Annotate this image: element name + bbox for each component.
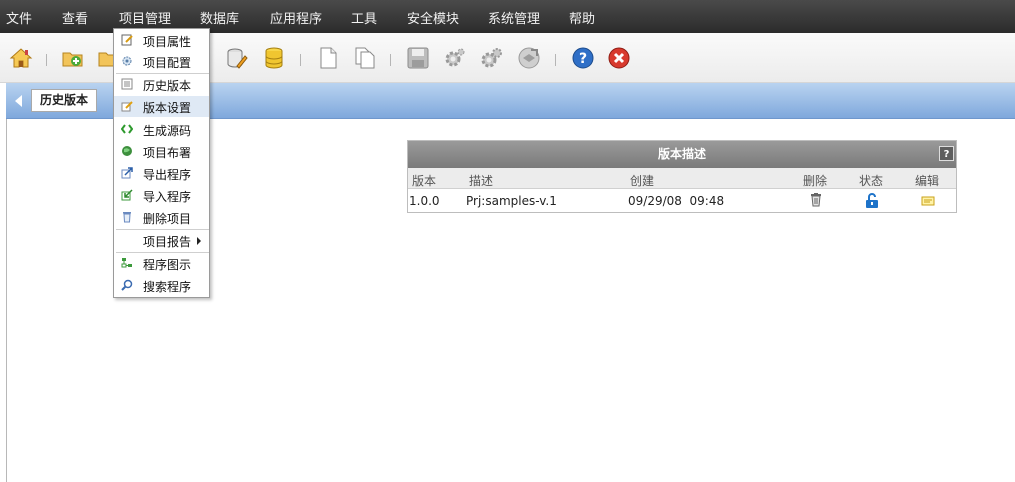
column-version: 版本 bbox=[412, 174, 437, 188]
menu-project-management[interactable]: 项目管理 bbox=[119, 8, 171, 27]
menu-item-history[interactable]: 历史版本 bbox=[114, 74, 209, 95]
deploy-globe-icon bbox=[121, 145, 133, 157]
deploy-icon[interactable] bbox=[517, 46, 541, 70]
copy-document-icon[interactable] bbox=[353, 46, 377, 70]
menu-file[interactable]: 文件 bbox=[6, 8, 32, 27]
back-arrow-icon[interactable] bbox=[15, 95, 22, 107]
open-project-icon[interactable] bbox=[61, 46, 85, 70]
toolbar-separator bbox=[555, 54, 556, 66]
column-created: 创建 bbox=[630, 174, 655, 188]
properties-icon bbox=[121, 34, 133, 46]
settings-advanced-icon[interactable] bbox=[479, 46, 503, 70]
menu-item-version-settings[interactable]: 版本设置 bbox=[114, 96, 209, 117]
menu-system-management[interactable]: 系统管理 bbox=[488, 8, 540, 27]
edit-icon[interactable] bbox=[920, 193, 936, 207]
menu-security[interactable]: 安全模块 bbox=[407, 8, 459, 27]
trash-icon bbox=[121, 211, 133, 223]
version-panel: 版本描述 ? 版本 描述 创建 删除 状态 编辑 1.0.0 Prj:sampl… bbox=[407, 140, 957, 213]
menu-item-import[interactable]: 导入程序 bbox=[114, 185, 209, 206]
export-icon bbox=[121, 167, 133, 179]
search-icon bbox=[121, 279, 133, 291]
save-icon[interactable] bbox=[406, 46, 430, 70]
menu-item-program-diagram[interactable]: 程序图示 bbox=[114, 253, 209, 274]
settings-icon[interactable] bbox=[442, 46, 466, 70]
menu-item-export[interactable]: 导出程序 bbox=[114, 163, 209, 184]
menu-item-delete-project[interactable]: 删除项目 bbox=[114, 207, 209, 228]
history-icon bbox=[121, 78, 133, 90]
menu-item-config[interactable]: 项目配置 bbox=[114, 51, 209, 72]
menu-item-properties[interactable]: 项目属性 bbox=[114, 30, 209, 51]
new-document-icon[interactable] bbox=[316, 46, 340, 70]
page-title: 历史版本 bbox=[31, 89, 98, 112]
menu-tools[interactable]: 工具 bbox=[351, 8, 377, 27]
table-header: 版本 描述 创建 删除 状态 编辑 bbox=[408, 168, 956, 189]
code-icon bbox=[121, 123, 133, 135]
import-icon bbox=[121, 189, 133, 201]
cell-created: 09/29/08 09:48 bbox=[628, 194, 725, 208]
lock-open-icon[interactable] bbox=[864, 193, 880, 208]
menu-view[interactable]: 查看 bbox=[62, 8, 88, 27]
menu-application[interactable]: 应用程序 bbox=[270, 8, 322, 27]
left-border bbox=[6, 119, 7, 482]
project-management-dropdown: 项目属性 项目配置 历史版本 版本设置 生成源码 项目布署 导出程序 导入程序 … bbox=[113, 28, 210, 298]
column-delete: 删除 bbox=[803, 174, 828, 188]
column-status: 状态 bbox=[859, 174, 884, 188]
database-icon[interactable] bbox=[262, 46, 286, 70]
menu-item-project-report[interactable]: 项目报告 bbox=[114, 230, 209, 251]
table-row: 1.0.0 Prj:samples-v.1 09/29/08 09:48 bbox=[408, 189, 956, 211]
column-description: 描述 bbox=[469, 174, 494, 188]
column-edit: 编辑 bbox=[915, 174, 940, 188]
svg-text:?: ? bbox=[579, 51, 587, 67]
menu-database[interactable]: 数据库 bbox=[200, 8, 239, 27]
panel-title: 版本描述 ? bbox=[408, 141, 956, 168]
panel-help-button[interactable]: ? bbox=[939, 146, 954, 161]
menu-item-deploy[interactable]: 项目布署 bbox=[114, 141, 209, 162]
submenu-arrow-icon bbox=[197, 237, 201, 245]
toolbar-separator bbox=[46, 54, 47, 66]
toolbar-separator bbox=[390, 54, 391, 66]
trash-icon[interactable] bbox=[808, 193, 824, 207]
toolbar-separator bbox=[300, 54, 301, 66]
cell-description: Prj:samples-v.1 bbox=[466, 194, 557, 208]
menu-item-generate-code[interactable]: 生成源码 bbox=[114, 119, 209, 140]
close-icon[interactable] bbox=[607, 46, 631, 70]
panel-title-text: 版本描述 bbox=[657, 147, 706, 161]
database-edit-icon[interactable] bbox=[225, 46, 249, 70]
home-icon[interactable] bbox=[9, 46, 33, 70]
cell-version: 1.0.0 bbox=[409, 194, 440, 208]
diagram-icon bbox=[121, 257, 133, 269]
help-icon[interactable]: ? bbox=[571, 46, 595, 70]
menu-item-search-program[interactable]: 搜索程序 bbox=[114, 275, 209, 296]
config-icon bbox=[121, 55, 133, 67]
version-settings-icon bbox=[121, 100, 133, 112]
menu-help[interactable]: 帮助 bbox=[569, 8, 595, 27]
